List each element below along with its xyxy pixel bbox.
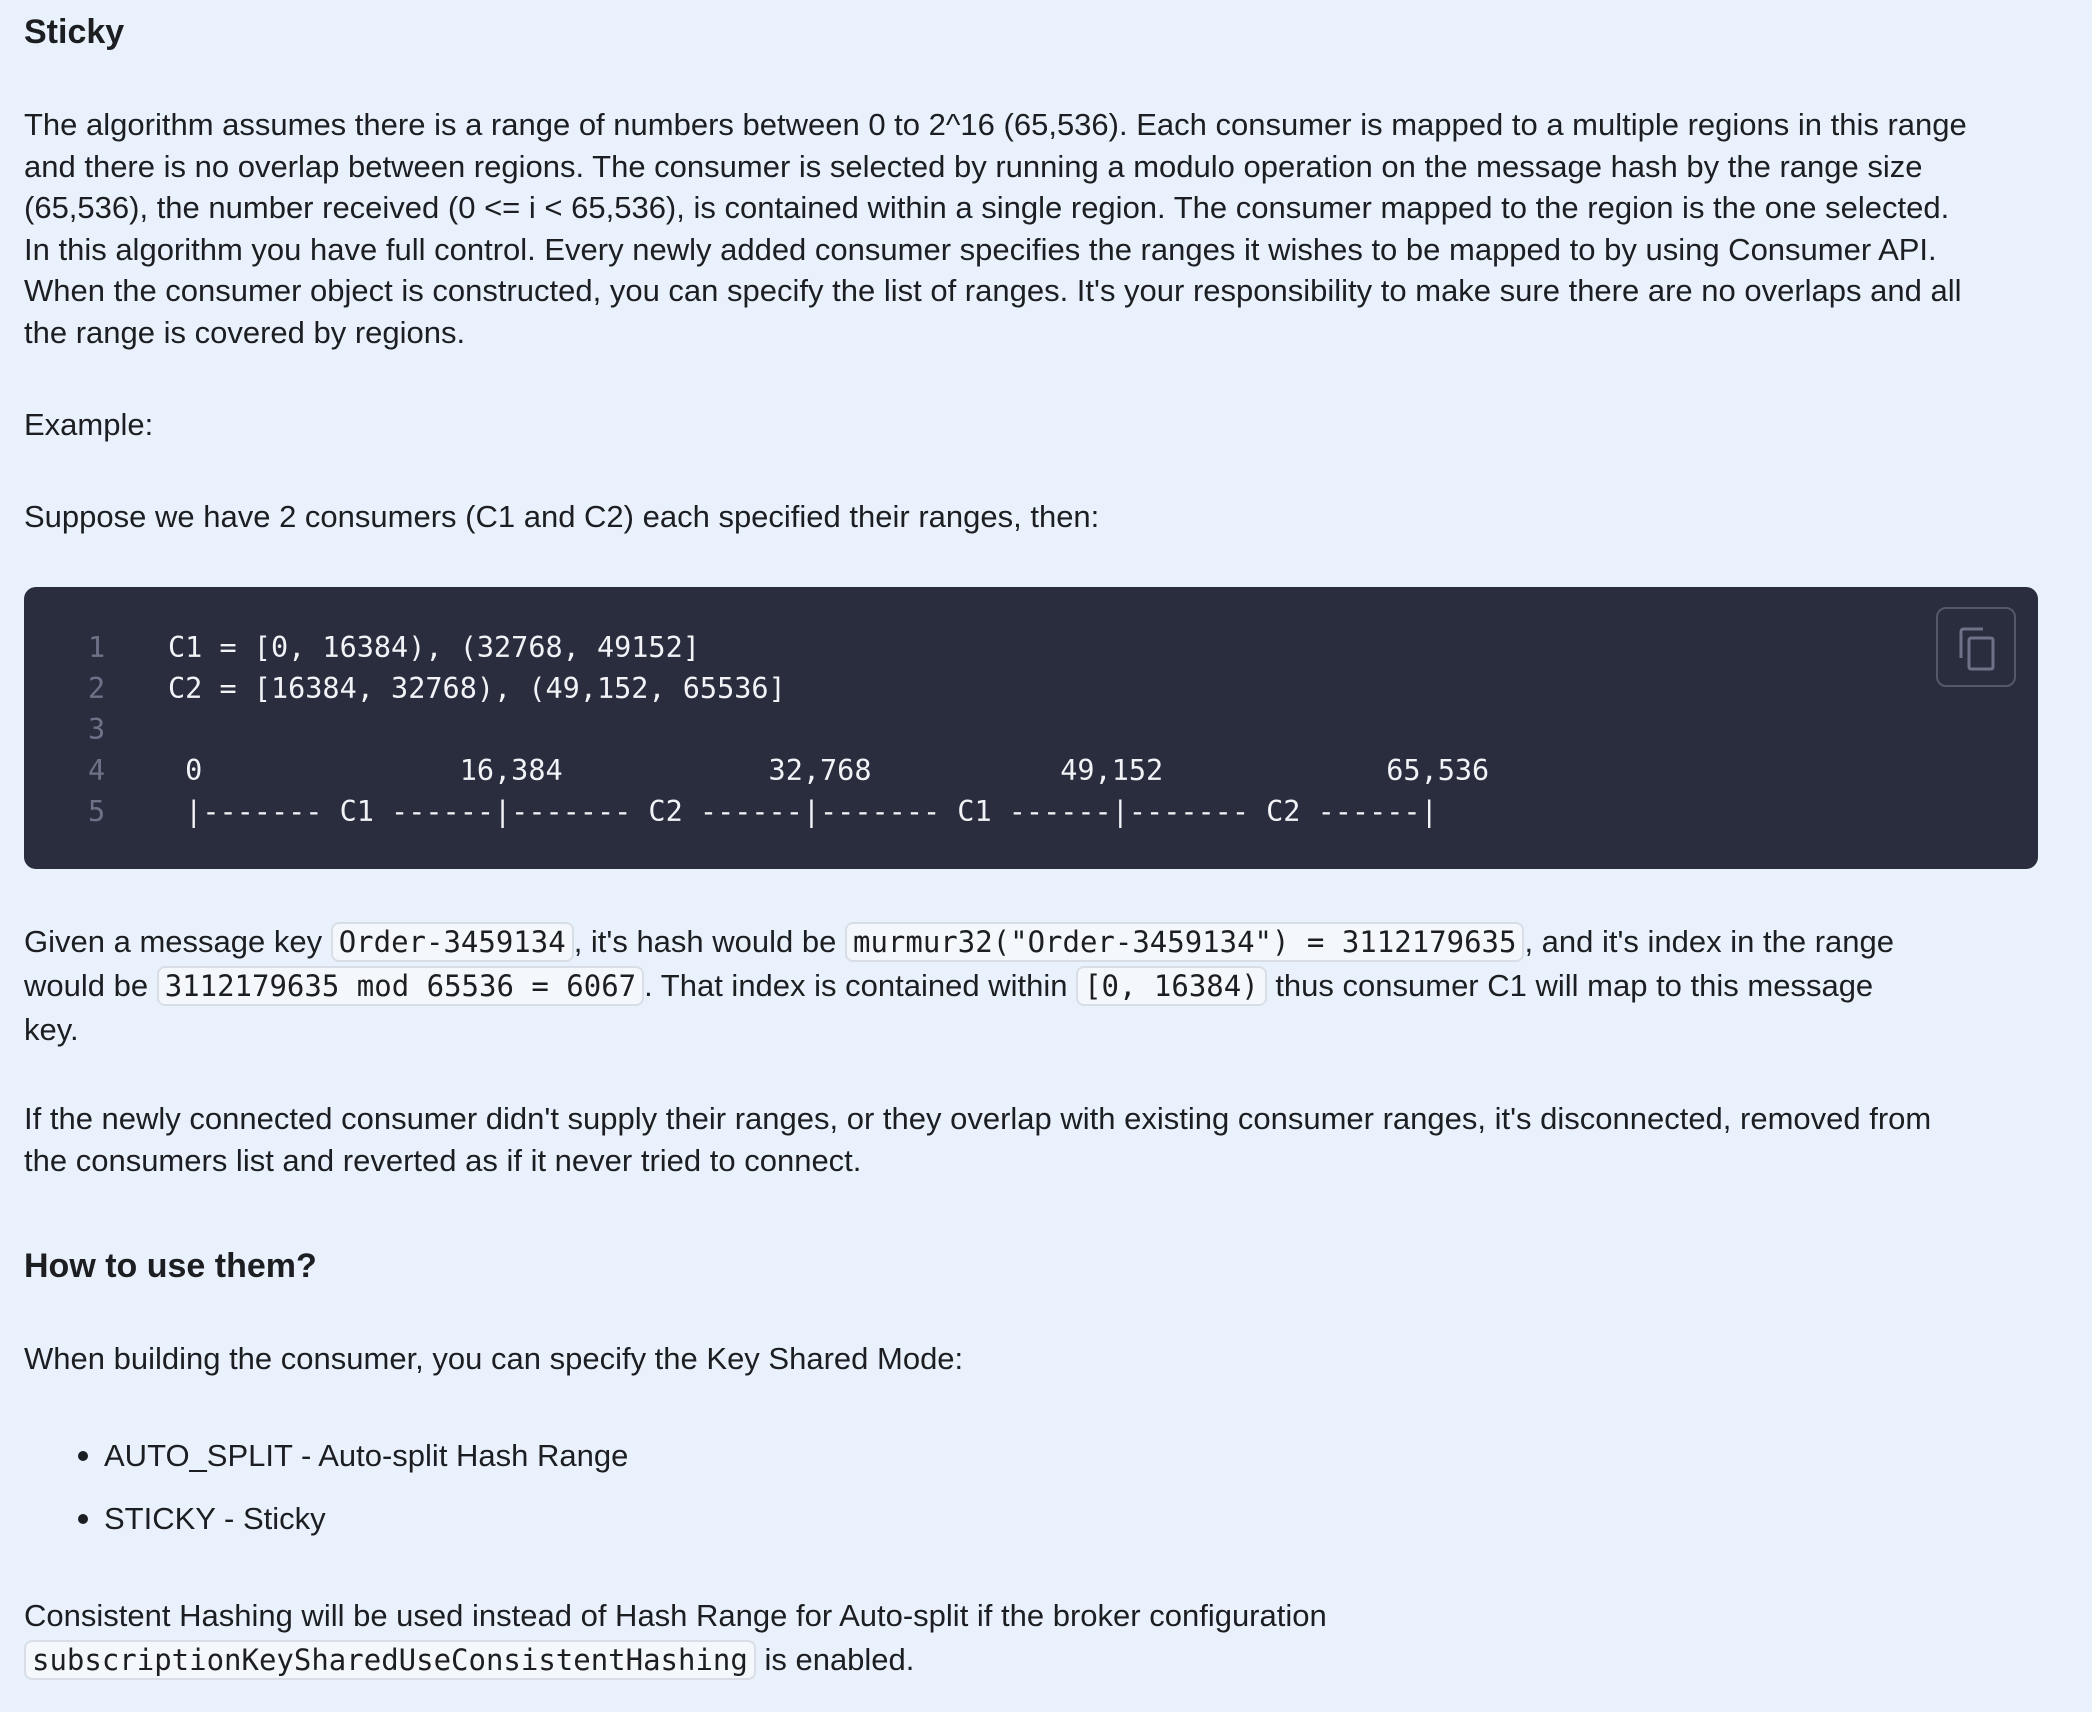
code-lines: 1 C1 = [0, 16384), (32768, 49152] 2 C2 = [… — [24, 627, 1489, 832]
intro-line: and there is no overlap between regions.… — [24, 148, 1923, 184]
intro-paragraph: The algorithm assumes there is a range o… — [24, 104, 2054, 353]
code-block[interactable]: 1 C1 = [0, 16384), (32768, 49152] 2 C2 = [… — [24, 587, 2038, 869]
code-line: 1 C1 = [0, 16384), (32768, 49152] — [24, 627, 1489, 668]
inline-code-hash: murmur32("Order-3459134") = 3112179635 — [844, 922, 1525, 962]
given-paragraph: Given a message key Order-3459134, it's … — [24, 920, 2054, 1052]
code-line: 5 |------- C1 ------|------- C2 ------|-… — [24, 791, 1489, 832]
building-text: When building the consumer, you can spec… — [24, 1341, 964, 1376]
mode-list: AUTO_SPLIT - Auto-split Hash Range STICK… — [24, 1435, 628, 1561]
newly-paragraph: If the newly connected consumer didn't s… — [24, 1098, 2054, 1181]
code-line: 3 — [24, 709, 1489, 750]
inline-code-message-key: Order-3459134 — [330, 922, 574, 962]
copy-icon — [1959, 627, 1995, 671]
given-text: , and it's index in the range — [1524, 924, 1895, 959]
given-text: , it's hash would be — [573, 924, 845, 959]
newly-line: the consumers list and reverted as if it… — [24, 1142, 862, 1178]
given-line: would be 3112179635 mod 65536 = 6067. Th… — [24, 964, 2054, 1008]
code-text: C1 = [0, 16384), (32768, 49152] — [168, 631, 700, 664]
inline-code-modulo: 3112179635 mod 65536 = 6067 — [156, 966, 645, 1006]
given-text: thus consumer C1 will map to this messag… — [1266, 968, 1874, 1003]
consistent-line: subscriptionKeySharedUseConsistentHashin… — [24, 1638, 2054, 1682]
intro-line: When the consumer object is constructed,… — [24, 273, 1962, 308]
given-line: Given a message key Order-3459134, it's … — [24, 920, 2054, 964]
line-number: 2 — [88, 672, 106, 705]
intro-line: the range is covered by regions. — [24, 314, 466, 350]
code-text: |------- C1 ------|------- C2 ------|---… — [168, 795, 1438, 828]
inline-code-range: [0, 16384) — [1076, 966, 1267, 1006]
list-item: AUTO_SPLIT - Auto-split Hash Range — [24, 1435, 628, 1498]
code-text: 0 16,384 32,768 49,152 65,536 — [168, 754, 1490, 787]
given-text: would be — [24, 968, 157, 1003]
consistent-paragraph: Consistent Hashing will be used instead … — [24, 1594, 2054, 1682]
bullet-icon — [78, 1451, 88, 1461]
bullet-icon — [78, 1514, 88, 1524]
code-line: 4 0 16,384 32,768 49,152 65,536 — [24, 750, 1489, 791]
suppose-text: Suppose we have 2 consumers (C1 and C2) … — [24, 499, 1100, 534]
line-number: 1 — [88, 631, 106, 664]
inline-code-config: subscriptionKeySharedUseConsistentHashin… — [24, 1640, 756, 1680]
given-text: Given a message key — [24, 924, 331, 959]
code-line: 2 C2 = [16384, 32768), (49,152, 65536] — [24, 668, 1489, 709]
intro-line: The algorithm assumes there is a range o… — [24, 107, 1967, 142]
copy-button[interactable] — [1936, 607, 2016, 687]
list-item: STICKY - Sticky — [24, 1498, 628, 1561]
given-text: . That index is contained within — [644, 968, 1077, 1003]
example-label: Example: — [24, 407, 154, 442]
given-line: key. — [24, 1012, 79, 1047]
line-number: 3 — [88, 713, 106, 746]
section-title: Sticky — [24, 13, 125, 51]
mode-label: AUTO_SPLIT - Auto-split Hash Range — [104, 1438, 629, 1473]
consistent-text: is enabled. — [755, 1642, 915, 1677]
mode-label: STICKY - Sticky — [104, 1501, 326, 1536]
consistent-line: Consistent Hashing will be used instead … — [24, 1598, 1327, 1633]
line-number: 5 — [88, 795, 106, 828]
intro-line: (65,536), the number received (0 <= i < … — [24, 190, 1950, 225]
doc-page: Sticky The algorithm assumes there is a … — [0, 0, 2092, 1712]
line-number: 4 — [88, 754, 106, 787]
code-text: C2 = [16384, 32768), (49,152, 65536] — [168, 672, 786, 705]
howto-title: How to use them? — [24, 1247, 317, 1285]
newly-line: If the newly connected consumer didn't s… — [24, 1101, 1932, 1136]
intro-line: In this algorithm you have full control.… — [24, 231, 1937, 267]
